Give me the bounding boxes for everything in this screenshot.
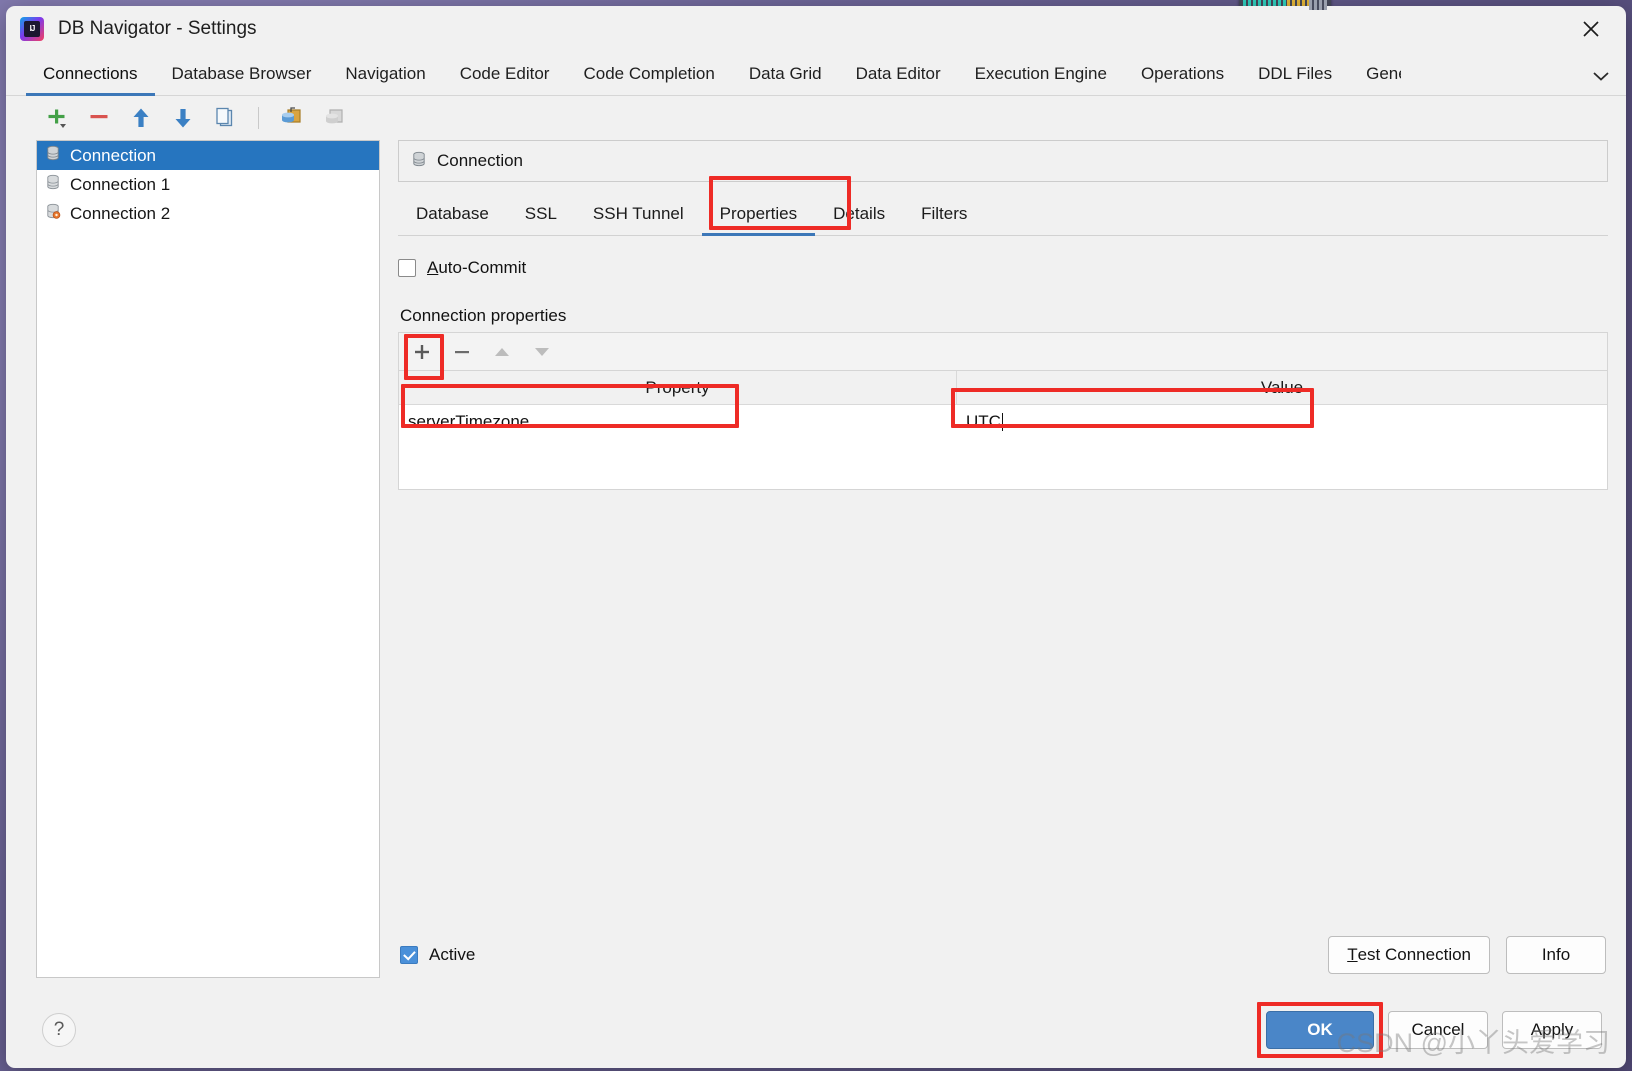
test-connection-button[interactable]: Test Connection — [1328, 936, 1490, 974]
connection-detail-title: Connection — [437, 151, 524, 170]
ok-button[interactable]: OK — [1266, 1011, 1374, 1049]
tab-code-editor[interactable]: Code Editor — [443, 64, 567, 95]
connection-list[interactable]: Connection Connection 1 Connection 2 — [36, 140, 380, 978]
auto-commit-row: Auto-Commit — [398, 258, 1608, 278]
connection-detail-pane: Connection Database SSL SSH Tunnel Prope… — [398, 140, 1608, 992]
text-caret — [1001, 412, 1003, 431]
auto-commit-mnemonic: A — [427, 258, 439, 277]
auto-commit-label: Auto-Commit — [427, 258, 526, 278]
help-button[interactable]: ? — [42, 1013, 76, 1047]
tab-execution-engine[interactable]: Execution Engine — [958, 64, 1124, 95]
active-and-actions-row: Active Test Connection Info — [398, 936, 1608, 974]
auto-commit-label-rest: uto-Commit — [438, 258, 527, 277]
triangle-up-icon[interactable] — [491, 341, 513, 363]
list-item[interactable]: Connection — [37, 141, 379, 170]
info-button[interactable]: Info — [1506, 936, 1606, 974]
tab-properties[interactable]: Properties — [701, 204, 816, 236]
database-icon — [45, 174, 61, 195]
properties-tab-content: Auto-Commit Connection properties Proper… — [398, 236, 1608, 992]
dialog-body: Connection Connection 1 Connection 2 Con… — [6, 96, 1626, 992]
property-name-cell[interactable]: serverTimezone — [399, 405, 957, 438]
database-icon — [45, 145, 61, 166]
arrow-up-blue-icon[interactable] — [128, 105, 154, 131]
detail-action-buttons: Test Connection Info — [1328, 936, 1606, 974]
database-icon — [411, 151, 427, 172]
active-row: Active — [400, 945, 475, 965]
test-connection-mnemonic: T — [1347, 945, 1358, 964]
cancel-button[interactable]: Cancel — [1388, 1011, 1488, 1049]
table-row[interactable]: serverTimezone UTC — [399, 405, 1607, 438]
database-export-icon[interactable] — [321, 105, 347, 131]
intellij-idea-glyph: IJ — [24, 21, 40, 37]
list-item[interactable]: Connection 1 — [37, 170, 379, 199]
tab-data-editor[interactable]: Data Editor — [839, 64, 958, 95]
settings-tabbar: Connections Database Browser Navigation … — [6, 52, 1626, 96]
property-value-cell[interactable]: UTC — [957, 405, 1607, 438]
list-item[interactable]: Connection 2 — [37, 199, 379, 228]
chevron-down-icon[interactable] — [1590, 65, 1612, 87]
test-connection-label-rest: est Connection — [1357, 945, 1471, 964]
panes-container: Connection Connection 1 Connection 2 Con… — [6, 140, 1626, 992]
connection-properties-label: Connection properties — [400, 306, 567, 325]
dialog-bottombar: ? OK Cancel Apply CSDN @小丫头爱学习 — [6, 992, 1626, 1068]
property-value-text: UTC — [966, 411, 1001, 431]
copy-icon[interactable] — [212, 105, 238, 131]
list-item-label: Connection — [70, 145, 157, 165]
list-item-label: Connection 2 — [70, 203, 171, 223]
tab-navigation[interactable]: Navigation — [328, 64, 442, 95]
tab-database[interactable]: Database — [398, 204, 507, 235]
tab-ssl[interactable]: SSL — [507, 204, 575, 235]
tab-operations[interactable]: Operations — [1124, 64, 1241, 95]
column-header-value: Value — [1260, 377, 1304, 397]
toolbar-separator — [258, 107, 259, 129]
active-checkbox[interactable] — [400, 946, 418, 964]
tab-code-completion[interactable]: Code Completion — [566, 64, 731, 95]
minus-red-icon[interactable] — [86, 105, 112, 131]
database-import-icon[interactable] — [279, 105, 305, 131]
connection-list-toolbar — [6, 96, 1626, 140]
auto-commit-checkbox[interactable] — [398, 259, 416, 277]
triangle-down-icon[interactable] — [531, 341, 553, 363]
arrow-down-blue-icon[interactable] — [170, 105, 196, 131]
properties-table-header: Property Value — [399, 371, 1607, 405]
tab-general[interactable]: Gene — [1349, 64, 1401, 95]
settings-dialog: IJ DB Navigator - Settings Connections D… — [6, 6, 1626, 1068]
connection-detail-tabbar: Database SSL SSH Tunnel Properties Detai… — [398, 176, 1608, 236]
dialog-buttons: OK Cancel Apply — [1257, 1002, 1602, 1058]
properties-toolbar — [398, 332, 1608, 370]
tab-data-grid[interactable]: Data Grid — [732, 64, 839, 95]
list-item-label: Connection 1 — [70, 174, 171, 194]
apply-button[interactable]: Apply — [1502, 1011, 1602, 1049]
tab-filters[interactable]: Filters — [903, 204, 985, 235]
column-header-property: Property — [399, 371, 957, 404]
dialog-titlebar: IJ DB Navigator - Settings — [6, 6, 1626, 52]
active-label: Active — [429, 945, 476, 964]
tab-database-browser[interactable]: Database Browser — [155, 64, 329, 95]
dialog-title: DB Navigator - Settings — [58, 18, 257, 39]
database-error-icon — [45, 203, 61, 224]
add-property-button[interactable] — [411, 341, 433, 363]
tab-details[interactable]: Details — [815, 204, 903, 235]
tab-ddl-files[interactable]: DDL Files — [1241, 64, 1349, 95]
tab-ssh-tunnel[interactable]: SSH Tunnel — [575, 204, 702, 235]
plus-green-icon[interactable] — [44, 105, 70, 131]
close-icon[interactable] — [1574, 14, 1608, 44]
properties-table[interactable]: Property Value serverTimezone UTC — [398, 370, 1608, 490]
remove-property-button[interactable] — [451, 341, 473, 363]
connection-detail-header: Connection — [398, 140, 1608, 182]
intellij-idea-icon: IJ — [20, 17, 44, 41]
tab-connections[interactable]: Connections — [26, 64, 155, 96]
